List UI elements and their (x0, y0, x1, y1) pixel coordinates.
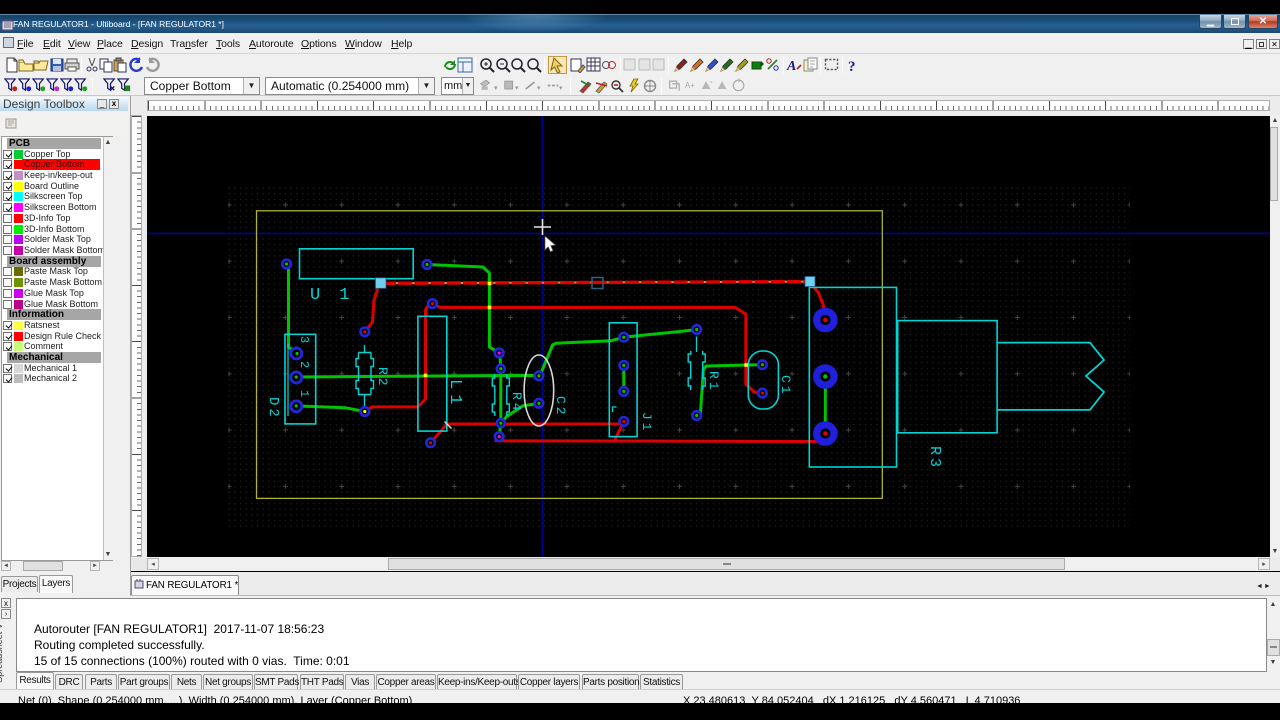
svg-text:U1: U1 (310, 286, 368, 305)
svg-text:3: 3 (297, 336, 311, 343)
svg-text:D2: D2 (265, 397, 281, 420)
svg-text:R3: R3 (926, 446, 943, 470)
svg-text:A: A (786, 59, 796, 73)
svg-text:A+: A+ (685, 81, 695, 90)
svg-text:L1: L1 (445, 379, 464, 409)
svg-text:C2: C2 (553, 396, 568, 418)
svg-text:J1: J1 (639, 412, 654, 434)
svg-text:?: ? (848, 59, 856, 73)
svg-text:R4: R4 (509, 392, 524, 414)
svg-text:R1: R1 (706, 371, 721, 393)
svg-text:2: 2 (297, 361, 311, 368)
svg-text:C1: C1 (778, 375, 793, 397)
svg-text:R2: R2 (375, 367, 390, 389)
svg-text:1: 1 (297, 390, 311, 397)
